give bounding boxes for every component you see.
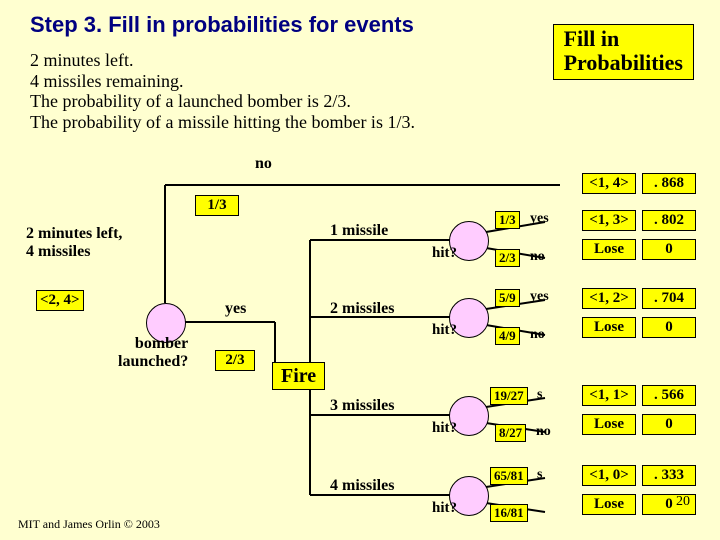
outcome-3-win: <1, 1> . 566 xyxy=(536,385,696,406)
slide-title: Step 3. Fill in probabilities for events xyxy=(30,12,414,38)
outcome-top-val: . 868 xyxy=(642,173,696,194)
o2-zero: 0 xyxy=(642,317,696,338)
o3-state: <1, 1> xyxy=(582,385,636,406)
footer-copyright: MIT and James Orlin © 2003 xyxy=(18,517,160,532)
o2-val: . 704 xyxy=(642,288,696,309)
missile-3-label: 3 missiles xyxy=(330,397,394,415)
o1-lose: Lose xyxy=(582,239,636,260)
ctx-l1: 2 minutes left. xyxy=(30,50,415,71)
bomber-label: bomber launched? xyxy=(118,335,188,371)
outcome-4-lose: Lose 0 xyxy=(536,494,696,515)
o2-lose: Lose xyxy=(582,317,636,338)
missile-1-label: 1 missile xyxy=(330,222,388,240)
hit-label-4: hit? xyxy=(432,500,457,517)
missile-2-label: 2 missiles xyxy=(330,300,394,318)
o1-state: <1, 3> xyxy=(582,210,636,231)
outcome-top-state: <1, 4> xyxy=(582,173,636,194)
o3-val: . 566 xyxy=(642,385,696,406)
o4-val: . 333 xyxy=(642,465,696,486)
o4-state: <1, 0> xyxy=(582,465,636,486)
outcome-top: <1, 4> . 868 xyxy=(536,173,696,194)
b2-pno: 4/9 xyxy=(495,327,520,345)
yes-prob-box: 2/3 xyxy=(215,350,255,371)
o3-zero: 0 xyxy=(642,414,696,435)
outcome-2-lose: Lose 0 xyxy=(536,317,696,338)
no-label: no xyxy=(255,155,272,173)
missile-4-label: 4 missiles xyxy=(330,477,394,495)
o1-zero: 0 xyxy=(642,239,696,260)
o2-state: <1, 2> xyxy=(582,288,636,309)
outcome-1-lose: Lose 0 xyxy=(536,239,696,260)
b3-pyes: 19/27 xyxy=(490,387,528,405)
context-block: 2 minutes left. 4 missiles remaining. Th… xyxy=(30,50,415,133)
badge-line1: Fill in xyxy=(564,27,683,51)
o4-lose: Lose xyxy=(582,494,636,515)
hit-label-2: hit? xyxy=(432,322,457,339)
ctx-l3: The probability of a launched bomber is … xyxy=(30,91,415,112)
state-tag-box: <2, 4> xyxy=(36,290,84,311)
b4-pyes: 65/81 xyxy=(490,467,528,485)
state-left-label: 2 minutes left, 4 missiles xyxy=(26,225,122,261)
outcome-3-lose: Lose 0 xyxy=(536,414,696,435)
badge-line2: Probabilities xyxy=(564,51,683,75)
b1-pyes: 1/3 xyxy=(495,211,520,229)
no-prob-box: 1/3 xyxy=(195,195,239,216)
outcome-4-win: <1, 0> . 333 xyxy=(536,465,696,486)
hit-label-1: hit? xyxy=(432,245,457,262)
o1-val: . 802 xyxy=(642,210,696,231)
slide-number: 20 xyxy=(676,494,690,510)
b2-pyes: 5/9 xyxy=(495,289,520,307)
b4-pno: 16/81 xyxy=(490,504,528,522)
yes-label: yes xyxy=(225,300,246,318)
ctx-l2: 4 missiles remaining. xyxy=(30,71,415,92)
o3-lose: Lose xyxy=(582,414,636,435)
outcome-2-win: <1, 2> . 704 xyxy=(536,288,696,309)
fill-probabilities-badge: Fill in Probabilities xyxy=(553,24,694,80)
fire-box: Fire xyxy=(272,362,325,390)
ctx-l4: The probability of a missile hitting the… xyxy=(30,112,415,133)
b3-pno: 8/27 xyxy=(495,424,526,442)
b1-pno: 2/3 xyxy=(495,249,520,267)
hit-label-3: hit? xyxy=(432,420,457,437)
outcome-1-win: <1, 3> . 802 xyxy=(536,210,696,231)
